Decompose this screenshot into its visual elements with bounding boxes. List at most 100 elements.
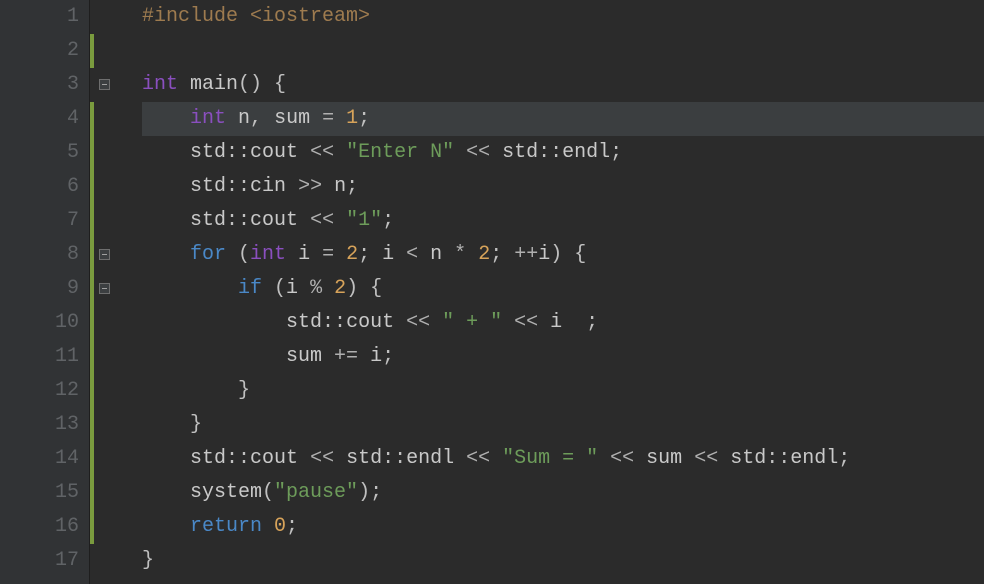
fold-toggle-icon[interactable] [99,283,110,294]
code-line[interactable]: std::cout << std::endl << "Sum = " << su… [142,442,984,476]
code-token [142,447,190,470]
code-token: :: [766,447,790,470]
code-token: ; [286,515,298,538]
code-line[interactable]: if (i % 2) { [142,272,984,306]
code-line[interactable]: int main() { [142,68,984,102]
code-line[interactable]: std::cout << " + " << i ; [142,306,984,340]
line-number: 4 [0,102,79,136]
change-marker [90,34,94,68]
code-token [142,515,190,538]
code-token: std [346,447,382,470]
code-token: :: [538,141,562,164]
code-token: cout [250,447,298,470]
code-line[interactable]: std::cin >> n; [142,170,984,204]
code-token [142,481,190,504]
code-token: std [286,311,322,334]
code-token: << [682,447,730,470]
code-token: :: [226,141,250,164]
code-token: << [298,141,346,164]
code-token: main [190,73,238,96]
code-token [142,141,190,164]
line-number: 9 [0,272,79,306]
code-token: ; [838,447,850,470]
code-line[interactable]: std::cout << "Enter N" << std::endl; [142,136,984,170]
code-token: ; [382,209,394,232]
code-line[interactable]: } [142,374,984,408]
code-line[interactable]: #include <iostream> [142,0,984,34]
code-token: " + " [442,311,502,334]
code-line[interactable]: system("pause"); [142,476,984,510]
code-line[interactable]: return 0; [142,510,984,544]
code-token: i [538,243,550,266]
code-token: 1 [346,107,358,130]
line-number: 7 [0,204,79,238]
code-token: :: [226,175,250,198]
code-token: < [394,243,430,266]
fold-toggle-icon[interactable] [99,79,110,90]
code-line[interactable]: for (int i = 2; i < n * 2; ++i) { [142,238,984,272]
code-token: % [298,277,334,300]
code-token: ; [490,243,514,266]
code-token: i [370,345,382,368]
fold-toggle-icon[interactable] [99,249,110,260]
fold-gutter [96,0,114,584]
code-line[interactable]: std::cout << "1"; [142,204,984,238]
code-token: i [550,311,562,334]
code-token: 2 [478,243,490,266]
code-token [142,209,190,232]
code-token: << [598,447,646,470]
code-token: if [238,277,274,300]
code-token: << [394,311,442,334]
code-line[interactable]: sum += i; [142,340,984,374]
code-token: ++ [514,243,538,266]
code-token: } [142,379,250,402]
code-token: int [142,73,190,96]
code-token: sum [286,345,322,368]
code-token: std [190,447,226,470]
code-area[interactable]: #include <iostream> int main() { int n, s… [114,0,984,584]
code-token: std [190,175,226,198]
code-token: << [298,447,346,470]
line-number-gutter: 1 2 3 4 5 6 7 8 9 10 11 12 13 14 15 16 1… [0,0,90,584]
line-number: 10 [0,306,79,340]
code-token [142,243,190,266]
code-token: ) { [346,277,382,300]
line-number: 13 [0,408,79,442]
code-token: << [454,141,502,164]
code-token: << [298,209,346,232]
line-number: 5 [0,136,79,170]
code-token: () { [238,73,286,96]
code-token: ; [562,311,598,334]
code-token: cout [250,141,298,164]
code-token: :: [382,447,406,470]
line-number: 11 [0,340,79,374]
code-token: "Enter N" [346,141,454,164]
line-number: 6 [0,170,79,204]
code-token: std [190,141,226,164]
code-token: return [190,515,274,538]
code-token: i [298,243,310,266]
code-token: = [310,243,346,266]
code-token: ; [346,175,358,198]
code-token: cin [250,175,286,198]
code-token: += [322,345,370,368]
code-token: n [430,243,442,266]
code-line[interactable]: } [142,544,984,578]
line-number: 3 [0,68,79,102]
line-number: 17 [0,544,79,578]
code-line[interactable] [142,34,984,68]
line-number: 1 [0,0,79,34]
code-token: = [310,107,346,130]
code-line[interactable]: } [142,408,984,442]
line-number: 12 [0,374,79,408]
code-token: endl [562,141,610,164]
code-editor[interactable]: 1 2 3 4 5 6 7 8 9 10 11 12 13 14 15 16 1… [0,0,984,584]
code-token [142,277,238,300]
line-number: 2 [0,34,79,68]
code-token: 2 [346,243,358,266]
code-line[interactable]: int n, sum = 1; [142,102,984,136]
code-token [142,345,286,368]
code-token [142,175,190,198]
code-token: :: [322,311,346,334]
code-token: int [190,107,238,130]
